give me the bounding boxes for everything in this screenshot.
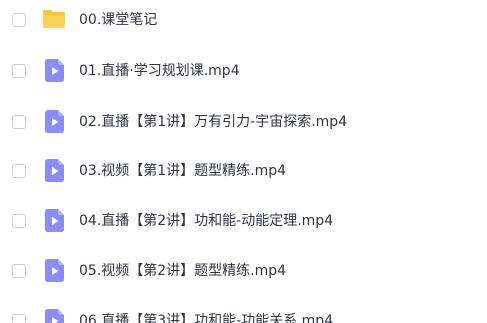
file-name[interactable]: 04.直播【第2讲】功和能-动能定理.mp4 [79,212,333,230]
row-checkbox[interactable] [12,214,26,228]
list-item[interactable]: 00.课堂笔记 [0,4,487,36]
file-name[interactable]: 06.直播【第3讲】功和能-功能关系.mp4 [79,312,333,323]
row-checkbox[interactable] [12,314,26,323]
folder-icon [42,9,66,29]
video-file-icon [45,209,64,232]
list-item[interactable]: 01.直播·学习规划课.mp4 [0,55,487,87]
file-name[interactable]: 00.课堂笔记 [79,11,157,29]
video-file-icon [45,110,64,133]
row-checkbox[interactable] [12,64,26,78]
row-checkbox[interactable] [12,115,26,129]
video-file-icon [45,59,64,82]
video-file-icon [45,159,64,182]
file-name[interactable]: 01.直播·学习规划课.mp4 [79,62,240,80]
file-name[interactable]: 05.视频【第2讲】题型精练.mp4 [79,262,286,280]
list-item[interactable]: 02.直播【第1讲】万有引力-宇宙探索.mp4 [0,106,487,138]
file-name[interactable]: 02.直播【第1讲】万有引力-宇宙探索.mp4 [79,113,347,131]
file-list: 00.课堂笔记 01.直播·学习规划课.mp4 02.直播【第1讲】万有引力-宇… [0,0,487,323]
file-name[interactable]: 03.视频【第1讲】题型精练.mp4 [79,162,286,180]
row-checkbox[interactable] [12,13,26,27]
list-item[interactable]: 06.直播【第3讲】功和能-功能关系.mp4 [0,305,487,323]
row-checkbox[interactable] [12,264,26,278]
list-item[interactable]: 03.视频【第1讲】题型精练.mp4 [0,155,487,187]
video-file-icon [45,259,64,282]
video-file-icon [45,309,64,323]
row-checkbox[interactable] [12,164,26,178]
list-item[interactable]: 05.视频【第2讲】题型精练.mp4 [0,255,487,287]
list-item[interactable]: 04.直播【第2讲】功和能-动能定理.mp4 [0,205,487,237]
